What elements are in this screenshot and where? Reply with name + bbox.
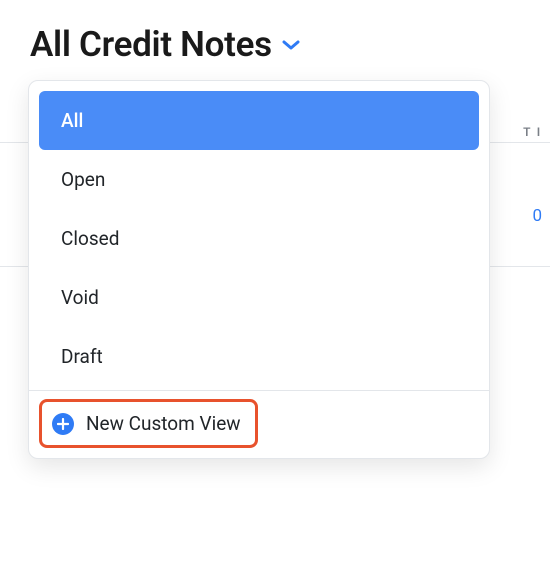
chevron-down-icon[interactable] bbox=[282, 39, 300, 51]
table-link-fragment[interactable]: 0 bbox=[532, 206, 542, 226]
view-option-all[interactable]: All bbox=[39, 91, 479, 150]
page-title-row: All Credit Notes bbox=[0, 0, 550, 65]
new-custom-view-button[interactable]: New Custom View bbox=[39, 399, 258, 448]
new-custom-view-label: New Custom View bbox=[86, 412, 241, 435]
plus-icon bbox=[52, 413, 74, 435]
view-option-label: All bbox=[61, 109, 83, 132]
page-title: All Credit Notes bbox=[30, 24, 272, 65]
view-option-label: Void bbox=[61, 286, 99, 309]
view-dropdown: All Open Closed Void Draft New Custom Vi… bbox=[28, 80, 490, 459]
view-option-label: Draft bbox=[61, 345, 103, 368]
view-option-label: Open bbox=[61, 168, 105, 191]
view-option-void[interactable]: Void bbox=[39, 268, 479, 327]
table-column-header-fragment: T I bbox=[523, 125, 542, 139]
dropdown-footer: New Custom View bbox=[29, 391, 489, 458]
view-option-draft[interactable]: Draft bbox=[39, 327, 479, 386]
view-option-label: Closed bbox=[61, 227, 119, 250]
view-option-closed[interactable]: Closed bbox=[39, 209, 479, 268]
view-dropdown-items: All Open Closed Void Draft bbox=[29, 81, 489, 390]
view-option-open[interactable]: Open bbox=[39, 150, 479, 209]
